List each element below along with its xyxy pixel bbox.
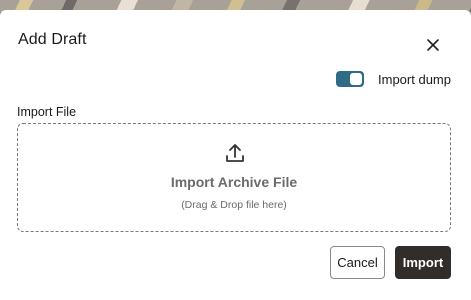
close-icon[interactable] bbox=[424, 36, 442, 54]
toggle-knob bbox=[350, 73, 363, 85]
dropzone-hint: (Drag & Drop file here) bbox=[181, 199, 287, 211]
import-button[interactable]: Import bbox=[395, 246, 451, 279]
cancel-button[interactable]: Cancel bbox=[330, 246, 385, 279]
import-dump-toggle-row: Import dump bbox=[336, 69, 451, 89]
add-draft-dialog: Add Draft Import dump Import File Import… bbox=[0, 10, 471, 300]
file-dropzone[interactable]: Import Archive File (Drag & Drop file he… bbox=[17, 123, 451, 232]
dialog-title: Add Draft bbox=[18, 31, 87, 48]
import-file-label: Import File bbox=[17, 105, 77, 119]
dropzone-title: Import Archive File bbox=[170, 174, 298, 190]
upload-icon bbox=[224, 142, 246, 164]
import-dump-toggle[interactable] bbox=[336, 71, 365, 87]
import-dump-label: Import dump bbox=[378, 71, 451, 87]
